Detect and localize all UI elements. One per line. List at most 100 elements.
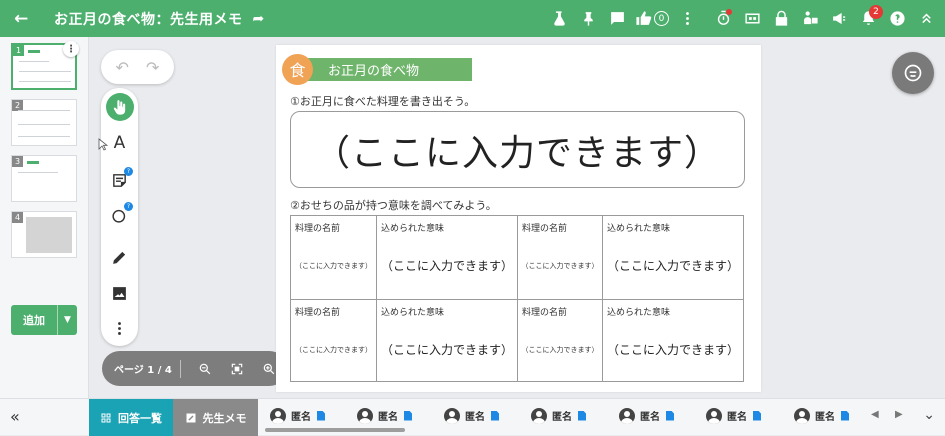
share-icon[interactable]: ➦: [253, 11, 265, 27]
pen-icon: [113, 251, 126, 264]
pen-tool[interactable]: [101, 242, 138, 272]
table-cell-name[interactable]: 料理の名前 （ここに入力できます）: [518, 216, 603, 299]
answers-list-tab[interactable]: 回答一覧: [89, 399, 173, 436]
food-badge-icon: 食: [282, 53, 313, 85]
student-item[interactable]: 匿名: [706, 399, 761, 432]
undo-icon[interactable]: ↶: [116, 58, 129, 77]
table-cell-meaning[interactable]: 込められた意味 （ここに入力できます）: [377, 216, 518, 299]
table-cell-meaning[interactable]: 込められた意味 （ここに入力できます）: [377, 300, 518, 382]
page-thumbnail-2[interactable]: 2: [11, 99, 77, 146]
thumbnail-line: [18, 110, 70, 111]
document-icon: [841, 410, 849, 421]
table-cell-meaning[interactable]: 込められた意味 （ここに入力できます）: [603, 216, 743, 299]
column-header: 込められた意味: [607, 308, 671, 318]
page-title: お正月の食べ物：先生用メモ: [54, 11, 243, 28]
shape-tool[interactable]: ?: [101, 200, 138, 230]
zoom-in-icon[interactable]: [262, 362, 276, 376]
column-header: 込められた意味: [381, 308, 445, 318]
chevron-down-icon[interactable]: ▼: [57, 305, 77, 335]
pin-icon[interactable]: [575, 6, 601, 32]
tool-palette: A ? ?: [101, 88, 138, 346]
avatar: [357, 407, 373, 424]
column-header: 込められた意味: [381, 224, 445, 234]
table-cell-name[interactable]: 料理の名前 （ここに入力できます）: [518, 300, 603, 382]
expand-down-icon[interactable]: ⌄: [923, 407, 935, 423]
image-tool[interactable]: [101, 278, 138, 308]
student-name: 匿名: [815, 412, 835, 423]
collapse-up-icon[interactable]: [913, 6, 939, 32]
redo-icon[interactable]: ↷: [146, 58, 159, 77]
student-name: 匿名: [552, 412, 572, 423]
timer-icon[interactable]: [710, 6, 736, 32]
fit-screen-icon[interactable]: [230, 362, 244, 376]
thumbnail-line: [18, 172, 58, 173]
scroll-right-icon[interactable]: ▶: [895, 409, 903, 420]
student-name: 匿名: [727, 412, 747, 423]
worksheet-page: 食 お正月の食べ物 ①お正月に食べた料理を書き出そう。 （ここに入力できます） …: [276, 45, 761, 392]
thumbnail-heading: [27, 161, 39, 164]
like-count: 0: [654, 11, 669, 26]
column-header: 料理の名前: [522, 224, 568, 234]
edit-note-icon: [186, 413, 195, 422]
page-thumbnail-4[interactable]: 4: [11, 211, 77, 258]
cell-placeholder: （ここに入力できます）: [295, 346, 372, 354]
avatar: [706, 407, 722, 424]
student-view-button[interactable]: [892, 52, 934, 94]
cell-placeholder: （ここに入力できます）: [380, 259, 513, 273]
student-item[interactable]: 匿名: [444, 399, 499, 432]
more-vert-icon: [118, 321, 121, 335]
table-cell-name[interactable]: 料理の名前 （ここに入力できます）: [291, 216, 377, 299]
notification-badge: 2: [869, 4, 883, 19]
student-item[interactable]: 匿名: [794, 399, 849, 432]
lab-icon[interactable]: [546, 6, 572, 32]
lock-icon[interactable]: [768, 6, 794, 32]
undo-redo-bar: ↶ ↷: [101, 50, 174, 84]
heading-label: お正月の食べ物: [305, 57, 472, 81]
document-icon: [317, 410, 325, 421]
visibility-icon[interactable]: [739, 6, 765, 32]
page-more-icon[interactable]: ⋮: [63, 41, 79, 57]
avatar: [444, 407, 460, 424]
cell-placeholder: （ここに入力できます）: [521, 262, 599, 270]
table-cell-name[interactable]: 料理の名前 （ここに入力できます）: [291, 300, 377, 382]
help-icon[interactable]: [884, 6, 910, 32]
help-badge-icon: ?: [124, 167, 133, 176]
text-tool-icon: A: [113, 133, 126, 153]
avatar: [794, 407, 810, 424]
page-thumbnail-3[interactable]: 3: [11, 155, 77, 202]
sticky-note-tool[interactable]: ?: [101, 165, 138, 195]
student-item[interactable]: 匿名: [531, 399, 586, 432]
presentation-icon[interactable]: [797, 6, 823, 32]
student-item[interactable]: 匿名: [619, 399, 674, 432]
scroll-left-icon[interactable]: ◀: [871, 409, 879, 420]
cell-placeholder: （ここに入力できます）: [606, 343, 739, 357]
toolbar-icons: 0 2: [543, 0, 939, 37]
zoom-out-icon[interactable]: [198, 362, 212, 376]
more-vert-icon[interactable]: [674, 6, 700, 32]
bell-icon[interactable]: 2: [855, 4, 883, 32]
student-name: 匿名: [378, 412, 398, 423]
thumbs-up-button[interactable]: 0: [633, 6, 671, 32]
collapse-left-icon[interactable]: «: [10, 407, 20, 426]
megaphone-icon[interactable]: [826, 6, 852, 32]
add-page-button[interactable]: 追加 ▼: [11, 305, 77, 335]
teacher-memo-tab[interactable]: 先生メモ: [173, 399, 258, 436]
bottom-bar: « 回答一覧 先生メモ 匿名 匿名 匿名 匿名 匿名 匿名 匿名 ◀ ▶ ⌄: [0, 398, 945, 436]
mouse-cursor-icon: [98, 138, 108, 151]
horizontal-scrollbar[interactable]: [265, 428, 405, 432]
column-header: 料理の名前: [295, 224, 341, 234]
table-cell-meaning[interactable]: 込められた意味 （ここに入力できます）: [603, 300, 743, 382]
answer-input-box[interactable]: （ここに入力できます）: [290, 111, 745, 188]
hand-tool[interactable]: [101, 92, 138, 122]
page-thumbnail-1[interactable]: 1 ⋮: [11, 41, 79, 90]
memo-tab-label: 先生メモ: [202, 411, 247, 425]
thumbnail-line: [18, 136, 70, 137]
student-name: 匿名: [291, 412, 311, 423]
document-icon: [753, 410, 761, 421]
image-icon: [113, 286, 126, 300]
arrow-back-icon[interactable]: ←: [14, 9, 34, 29]
comment-icon[interactable]: [604, 6, 630, 32]
add-page-label: 追加: [23, 314, 45, 327]
thumbnail-heading: [28, 50, 40, 53]
more-tools[interactable]: [101, 313, 138, 343]
